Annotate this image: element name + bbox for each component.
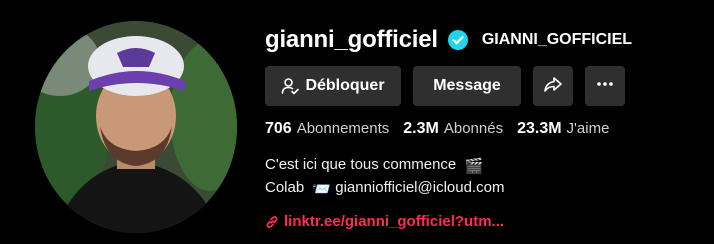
message-label: Message: [433, 77, 501, 94]
bio-email: gianniofficiel@icloud.com: [335, 179, 505, 196]
likes-label: J'aime: [566, 120, 610, 137]
bio-line-1-text: C'est ici que tous commence: [265, 156, 457, 173]
clapperboard-icon: 🎬: [464, 158, 484, 175]
verified-badge-icon: [447, 30, 468, 50]
share-button[interactable]: [533, 66, 573, 106]
unblock-button[interactable]: Débloquer: [265, 66, 401, 106]
followers-label: Abonnés: [443, 120, 504, 137]
username: gianni_gofficiel: [265, 26, 438, 53]
envelope-icon: 📨: [312, 181, 332, 198]
unblock-label: Débloquer: [305, 77, 385, 94]
bio-line-2: Colab 📨 gianniofficiel@icloud.com: [265, 177, 714, 200]
profile-header: gianni_gofficiel GIANNI_GOFFICIEL Débloq…: [0, 0, 714, 244]
bio-line-2-prefix: Colab: [265, 179, 305, 196]
following-count: 706: [265, 120, 292, 137]
avatar-image: [35, 21, 237, 233]
following-label: Abonnements: [296, 120, 390, 137]
profile-link[interactable]: linktr.ee/gianni_gofficiel?utm...: [284, 213, 504, 230]
profile-stats: 706 Abonnements 2.3M Abonnés 23.3M J'aim…: [265, 120, 714, 138]
more-button[interactable]: [585, 66, 625, 106]
message-button[interactable]: Message: [413, 66, 521, 106]
share-icon: [543, 74, 563, 99]
bio: C'est ici que tous commence 🎬 Colab 📨 gi…: [265, 154, 714, 200]
bio-line-1: C'est ici que tous commence 🎬: [265, 154, 714, 177]
more-icon: [595, 74, 615, 99]
likes-count: 23.3M: [517, 120, 562, 137]
avatar[interactable]: [35, 21, 237, 233]
user-unblock-icon: [281, 77, 300, 95]
following-stat[interactable]: 706 Abonnements: [265, 120, 389, 138]
nickname: GIANNI_GOFFICIEL: [481, 31, 633, 48]
followers-count: 2.3M: [403, 120, 439, 137]
link-icon: [265, 215, 279, 229]
likes-stat: 23.3M J'aime: [517, 120, 609, 138]
followers-stat[interactable]: 2.3M Abonnés: [403, 120, 503, 138]
